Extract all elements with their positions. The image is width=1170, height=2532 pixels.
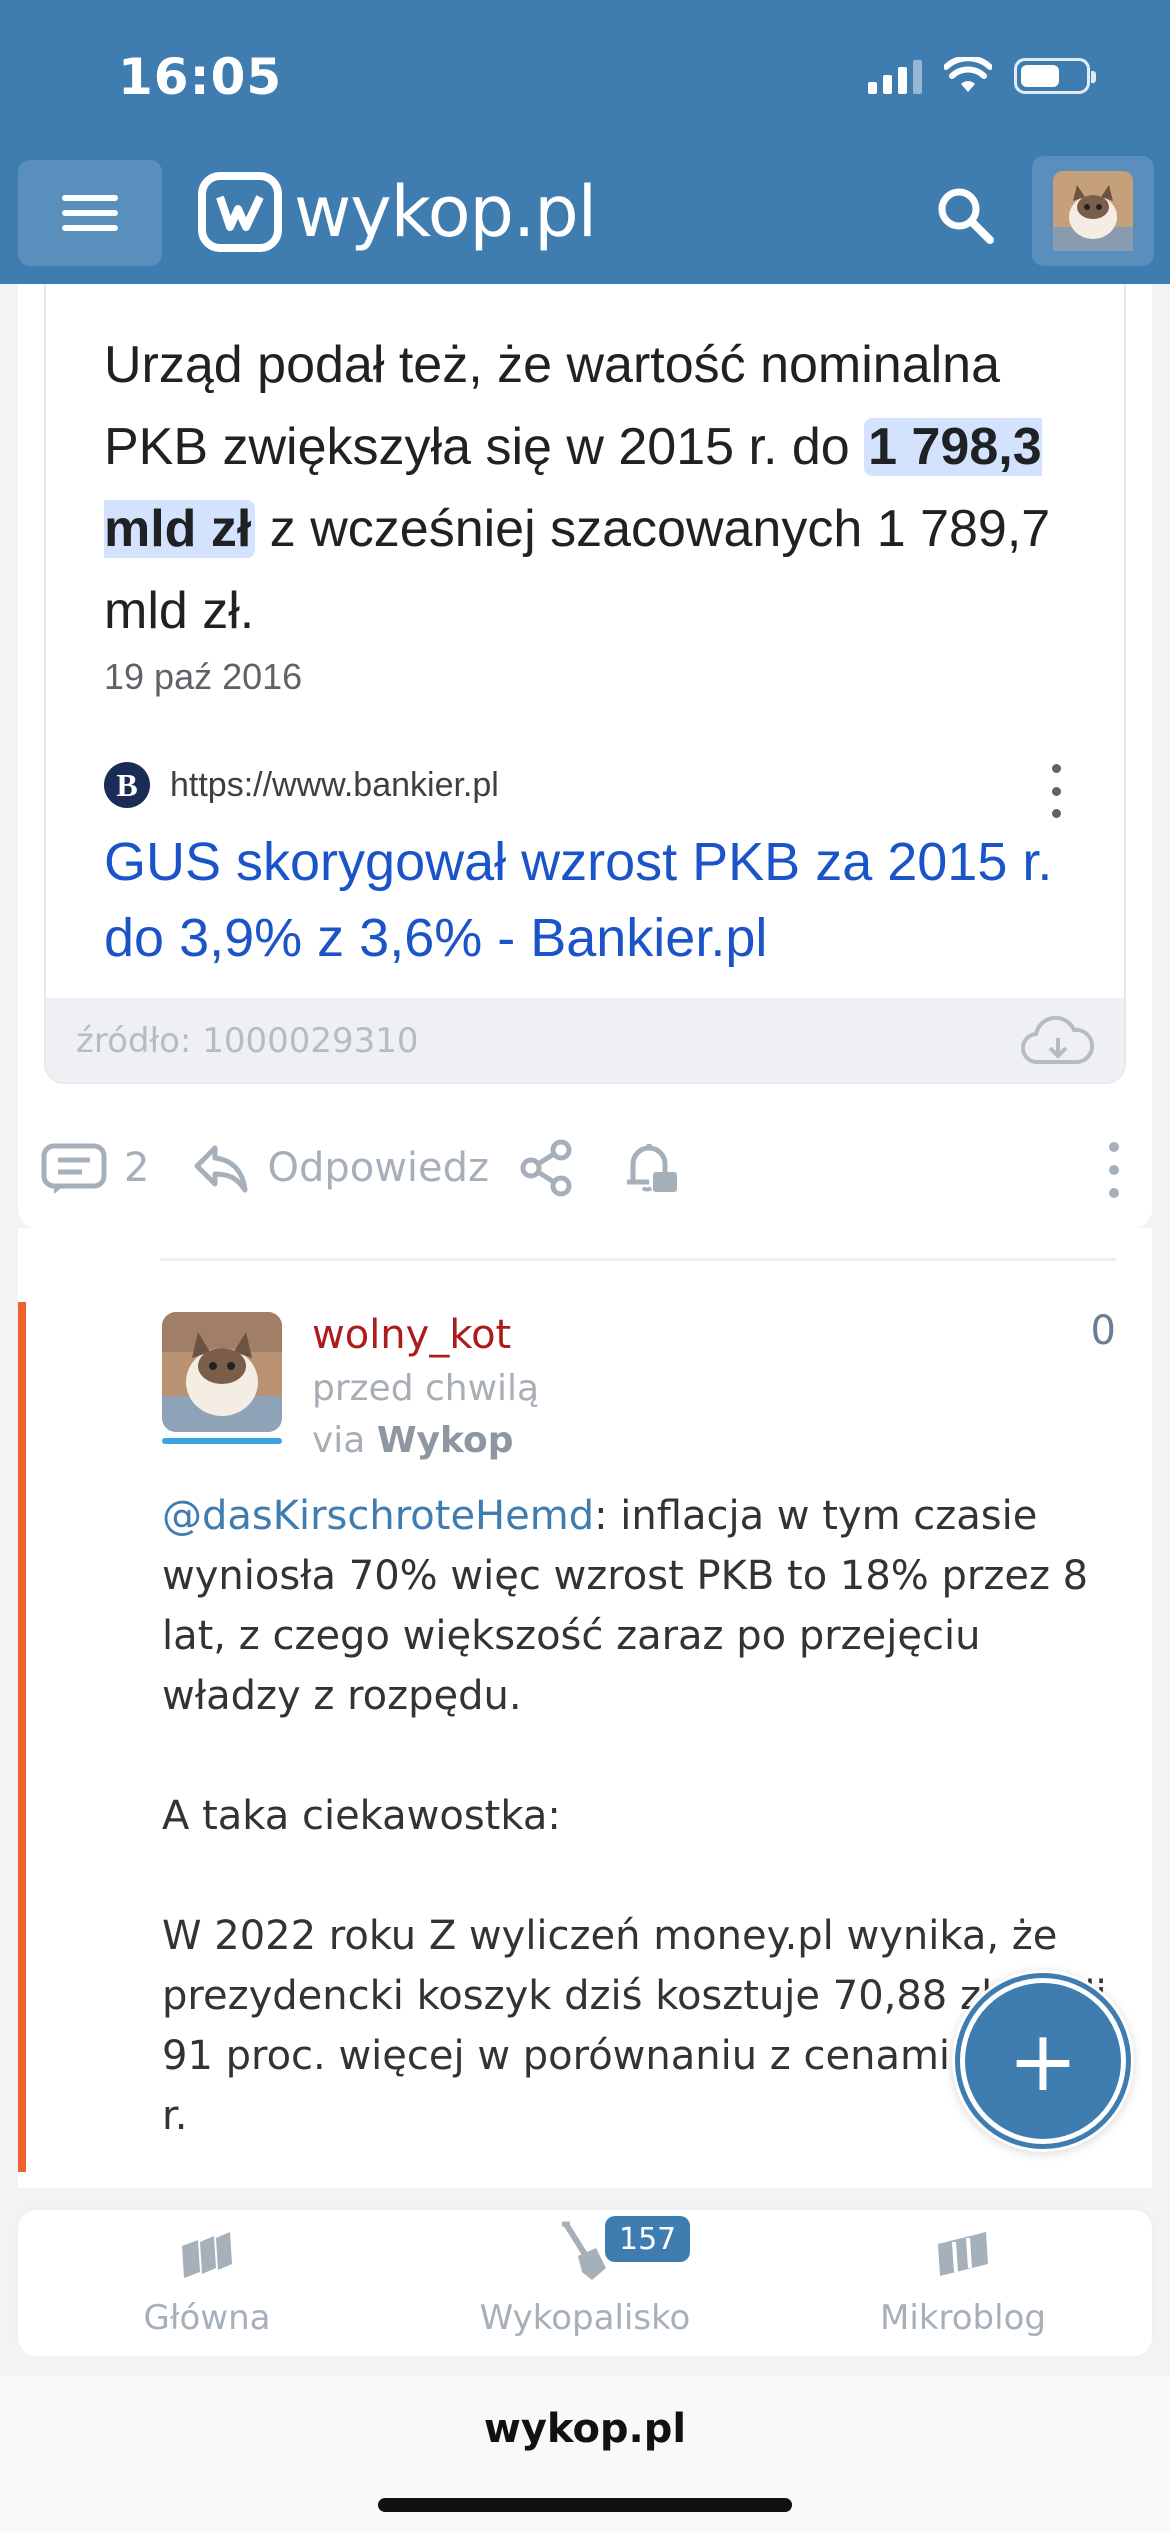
notification-bell-icon[interactable] xyxy=(619,1136,683,1200)
add-entry-button[interactable]: + xyxy=(952,1970,1134,2152)
reply-button[interactable]: Odpowiedz xyxy=(191,1140,489,1196)
reply-icon xyxy=(194,1145,248,1193)
home-indicator[interactable] xyxy=(378,2498,792,2512)
tab-glowna[interactable]: Główna xyxy=(18,2210,396,2356)
tab-mikroblog[interactable]: Mikroblog xyxy=(774,2210,1152,2356)
comments-button[interactable]: 2 xyxy=(40,1140,149,1196)
share-icon[interactable] xyxy=(515,1136,579,1200)
logo[interactable]: wykop.pl xyxy=(198,170,597,254)
comment-via: via Wykop xyxy=(312,1420,514,1461)
comment-score[interactable]: 0 xyxy=(1091,1308,1116,1354)
source-bar: źródło: 1000029310 xyxy=(46,998,1124,1082)
preview-result-title: GUS skorygował wzrost PKB za 2015 r. do … xyxy=(104,832,1053,968)
browser-url[interactable]: wykop.pl xyxy=(0,2406,1170,2452)
preview-date: 19 paź 2016 xyxy=(104,656,303,697)
tab-label: Główna xyxy=(143,2298,271,2338)
embedded-image-preview[interactable]: Urząd podał też, że wartość nominalna PK… xyxy=(44,284,1126,1084)
cloud-download-icon[interactable] xyxy=(1020,1014,1096,1070)
wifi-icon xyxy=(944,57,992,92)
status-time: 16:05 xyxy=(118,48,283,106)
comment-time: przed chwilą xyxy=(312,1368,540,1409)
preview-text: Urząd podał też, że wartość nominalna PK… xyxy=(104,336,1051,640)
wykop-logo-icon xyxy=(198,172,282,252)
menu-button[interactable] xyxy=(18,160,162,266)
reply-divider xyxy=(160,1258,1116,1261)
hamburger-icon xyxy=(62,195,118,201)
bottom-tab-bar: Główna Wykopalisko Mikroblog xyxy=(18,2210,1152,2356)
user-avatar-button[interactable] xyxy=(1032,156,1154,266)
own-comment-marker xyxy=(18,1302,26,2172)
home-wykop-icon xyxy=(182,2232,232,2278)
post-actions: 2 Odpowiedz xyxy=(18,1108,1152,1228)
avatar[interactable] xyxy=(162,1312,282,1432)
search-icon[interactable] xyxy=(930,180,1000,250)
comment-username[interactable]: wolny_kot xyxy=(312,1312,511,1358)
source-label: źródło: 1000029310 xyxy=(76,1021,419,1061)
tab-label: Mikroblog xyxy=(880,2298,1046,2338)
reply-label: Odpowiedz xyxy=(267,1145,490,1191)
preview-more-icon xyxy=(1046,764,1066,818)
tab-label: Wykopalisko xyxy=(479,2298,691,2338)
user-mention[interactable]: @dasKirschroteHemd xyxy=(162,1493,594,1539)
via-app[interactable]: Wykop xyxy=(377,1420,514,1461)
logo-text: wykop.pl xyxy=(294,171,597,253)
comments-icon xyxy=(41,1143,107,1194)
status-icons xyxy=(868,56,1096,96)
avatar xyxy=(1053,171,1133,251)
signal-icon xyxy=(868,58,922,94)
wykopalisko-badge: 157 xyxy=(605,2216,691,2262)
bankier-logo-icon: B xyxy=(104,762,150,808)
app-header: 16:05 wykop.pl xyxy=(0,0,1170,284)
battery-icon xyxy=(1014,58,1096,94)
browser-address-bar[interactable]: wykop.pl xyxy=(0,2376,1170,2532)
tab-wykopalisko[interactable]: Wykopalisko xyxy=(396,2210,774,2356)
preview-site-row: B https://www.bankier.pl xyxy=(104,762,499,808)
mikroblog-icon xyxy=(938,2232,988,2276)
post-card: Urząd podał też, że wartość nominalna PK… xyxy=(18,284,1152,1228)
more-options-icon[interactable] xyxy=(1104,1142,1124,1198)
avatar-underline xyxy=(162,1438,282,1444)
comment-paragraph: A taka ciekawostka: xyxy=(162,1793,561,1839)
comments-count: 2 xyxy=(124,1145,150,1191)
preview-site-url: https://www.bankier.pl xyxy=(170,765,499,804)
plus-icon: + xyxy=(955,1973,1131,2149)
